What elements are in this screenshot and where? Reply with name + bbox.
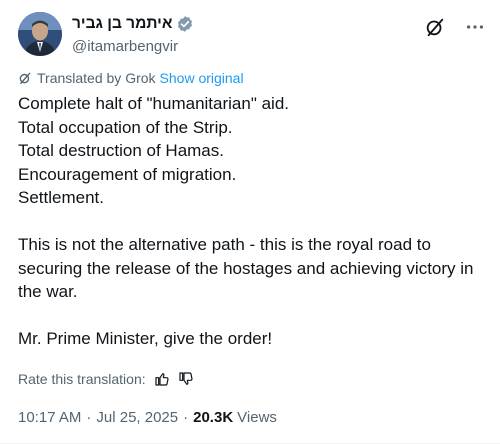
- thumbs-down-icon[interactable]: [178, 371, 194, 387]
- author-identity: איתמר בן גביר @itamarbengvir: [72, 14, 194, 55]
- views-label: Views: [237, 409, 277, 426]
- post-card: איתמר בן גביר @itamarbengvir Translated …: [0, 0, 500, 444]
- post-line: Total destruction of Hamas.: [18, 141, 224, 160]
- avatar-image: [18, 12, 62, 56]
- avatar[interactable]: [18, 12, 62, 56]
- post-line: Complete halt of "humanitarian" aid.: [18, 94, 289, 113]
- rate-translation: Rate this translation:: [18, 371, 194, 387]
- post-header: איתמר בן גביר @itamarbengvir: [18, 12, 486, 60]
- post-paragraph-1: Complete halt of "humanitarian" aid. Tot…: [18, 92, 486, 210]
- author-handle[interactable]: @itamarbengvir: [72, 38, 194, 55]
- name-row: איתמר בן גביר: [72, 14, 194, 34]
- post-meta: 10:17 AM · Jul 25, 2025 · 20.3K Views: [18, 409, 277, 426]
- grok-icon[interactable]: [424, 16, 446, 38]
- thumbs-up-icon[interactable]: [154, 371, 170, 387]
- post-paragraph-2: This is not the alternative path - this …: [18, 235, 474, 301]
- views-count[interactable]: 20.3K: [193, 409, 233, 426]
- post-line: Total occupation of the Strip.: [18, 117, 233, 137]
- grok-small-icon: [19, 72, 31, 84]
- post-text: Complete halt of "humanitarian" aid. Tot…: [18, 92, 486, 351]
- post-paragraph-3: Mr. Prime Minister, give the order!: [18, 329, 273, 348]
- header-actions: [424, 16, 486, 38]
- meta-separator: ·: [183, 409, 189, 426]
- author-display-name[interactable]: איתמר בן גביר: [72, 15, 172, 33]
- show-original-link[interactable]: Show original: [160, 70, 244, 86]
- post-line: Settlement.: [18, 188, 104, 207]
- meta-separator: ·: [86, 409, 92, 426]
- translated-by-label: Translated by Grok: [37, 70, 156, 86]
- rate-translation-label: Rate this translation:: [18, 371, 146, 387]
- translation-notice: Translated by Grok Show original: [18, 70, 244, 86]
- post-date[interactable]: Jul 25, 2025: [96, 409, 178, 426]
- post-line: Encouragement of migration.: [18, 164, 237, 184]
- verified-badge-icon[interactable]: [176, 15, 194, 33]
- post-time[interactable]: 10:17 AM: [18, 409, 81, 426]
- more-options-icon[interactable]: [464, 16, 486, 38]
